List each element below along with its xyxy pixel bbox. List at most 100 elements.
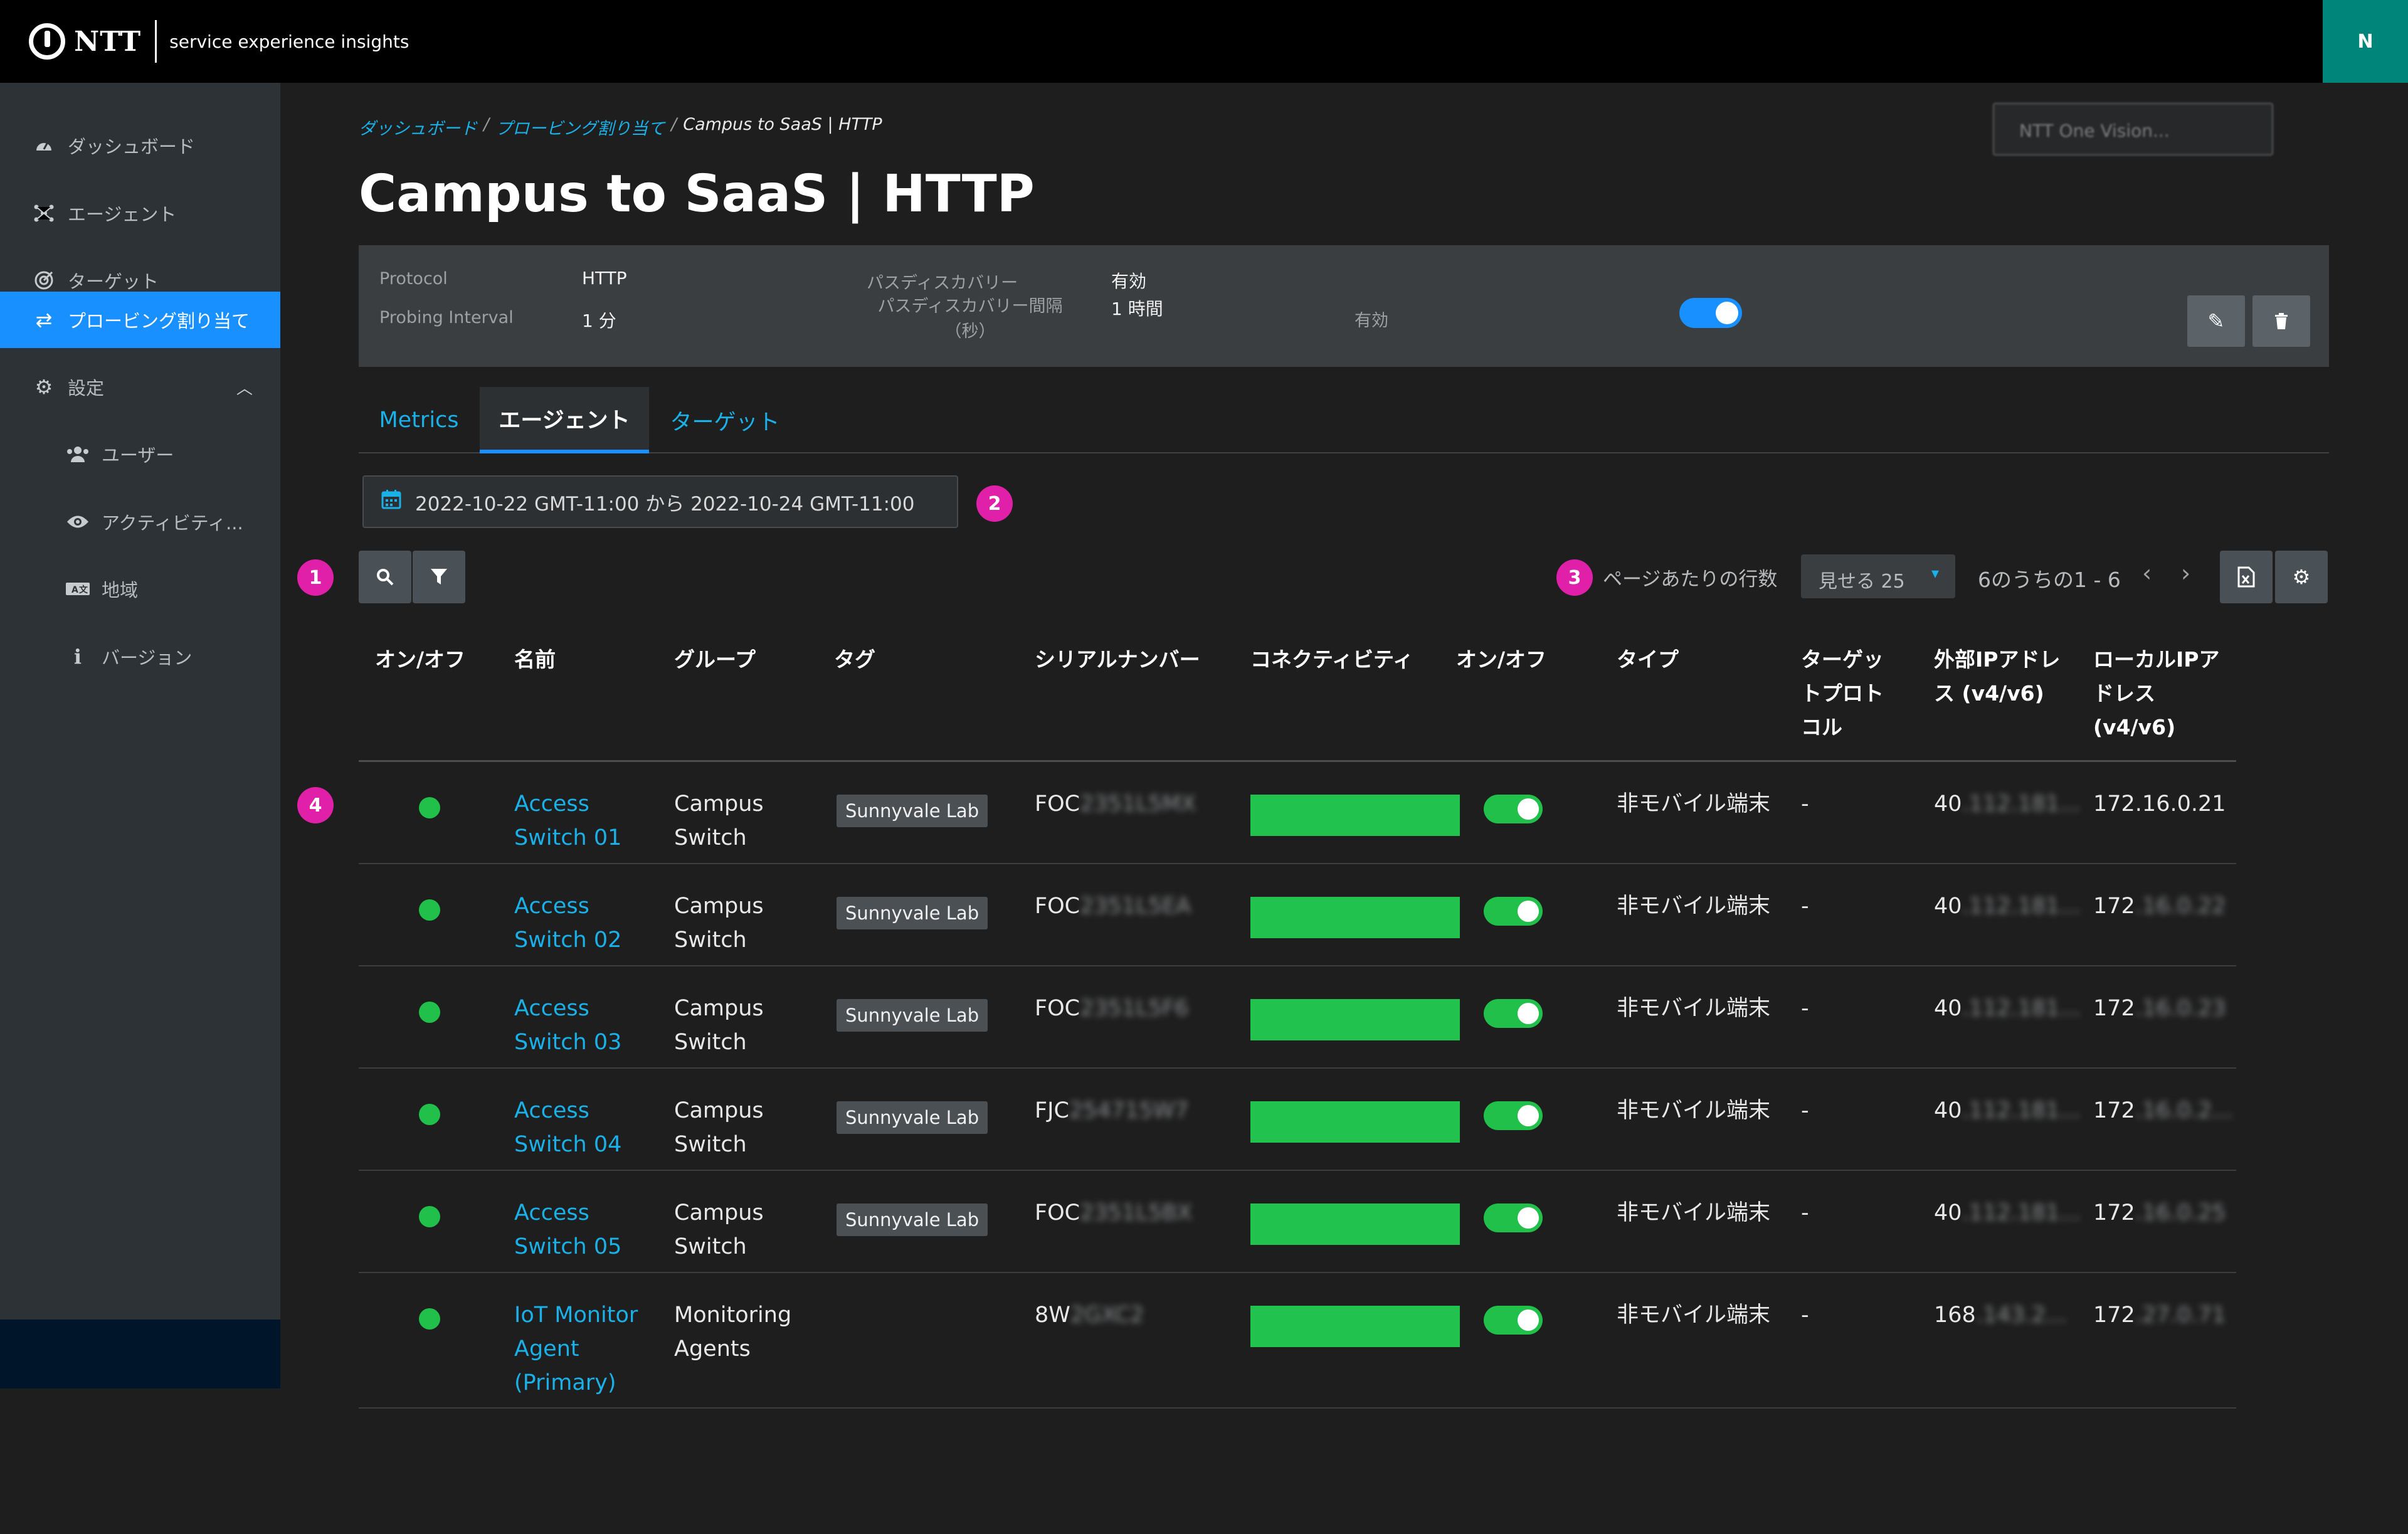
col-header-type[interactable]: タイプ (1617, 643, 1679, 677)
breadcrumb-probing-link[interactable]: プロービング割り当て (495, 115, 665, 139)
sidebar-item-dashboard[interactable]: ダッシュボード (0, 117, 280, 174)
filter-button[interactable] (413, 551, 465, 603)
agent-name-link[interactable]: Access Switch 04 (514, 1094, 640, 1161)
agent-name-link[interactable]: IoT Monitor Agent (Primary) (514, 1298, 640, 1400)
external-ip-prefix: 40 (1934, 1098, 1962, 1123)
date-range-picker[interactable]: 2022-10-22 GMT-11:00 から 2022-10-24 GMT-1… (362, 475, 958, 528)
col-header-serial[interactable]: シリアルナンバー (1035, 643, 1200, 677)
table-row[interactable]: Access Switch 05 Campus Switch Sunnyvale… (359, 1171, 2236, 1273)
prev-page-button[interactable]: ‹ (2142, 559, 2152, 587)
local-ip-redacted: .16.0.23 (2135, 996, 2226, 1021)
external-ip: 168.143.2... (1934, 1298, 2067, 1332)
agent-enabled-toggle[interactable] (1484, 1203, 1543, 1232)
serial-prefix: FOC (1035, 1200, 1080, 1225)
serial-redacted: 2351L5EA (1080, 894, 1191, 919)
local-ip-redacted: .16.0.25 (2135, 1200, 2226, 1225)
path-discovery-value: 有効 (1111, 271, 1147, 292)
agent-tag: Sunnyvale Lab (837, 1101, 988, 1134)
col-header-connectivity[interactable]: コネクティビティ (1250, 643, 1413, 677)
agent-group: Campus Switch (674, 996, 764, 1055)
agent-type: 非モバイル端末 (1617, 894, 1771, 919)
external-ip-redacted: .112.181... (1962, 1098, 2081, 1123)
breadcrumb-dashboard-link[interactable]: ダッシュボード (359, 115, 477, 139)
col-header-onoff-2[interactable]: オン/オフ (1456, 643, 1546, 677)
local-ip-redacted: .16.0.22 (2135, 894, 2226, 919)
agent-name-link[interactable]: Access Switch 05 (514, 1196, 640, 1264)
delete-button[interactable] (2252, 295, 2310, 347)
agent-type: 非モバイル端末 (1617, 791, 1771, 817)
table-row[interactable]: Access Switch 03 Campus Switch Sunnyvale… (359, 966, 2236, 1069)
agent-serial: FJC254715W7 (1035, 1094, 1188, 1128)
agent-enabled-toggle[interactable] (1484, 1306, 1543, 1335)
sidebar-item-region[interactable]: A文 地域 (0, 561, 280, 617)
local-ip: 172.16.0.2... (2093, 1094, 2233, 1128)
enabled-label: 有効 (1354, 311, 1388, 331)
pencil-icon: ✎ (2207, 309, 2225, 333)
agent-name-link[interactable]: Access Switch 02 (514, 889, 640, 957)
organization-select[interactable]: NTT One Vision... (1993, 103, 2273, 156)
agent-enabled-toggle[interactable] (1484, 1101, 1543, 1130)
col-header-group[interactable]: グループ (674, 643, 756, 677)
tab-metrics[interactable]: Metrics (359, 387, 479, 453)
sidebar-item-agents[interactable]: エージェント (0, 185, 280, 241)
dashboard-icon (31, 133, 56, 158)
col-header-onoff[interactable]: オン/オフ (375, 643, 465, 677)
gear-icon: ⚙ (34, 375, 53, 399)
table-row[interactable]: IoT Monitor Agent (Primary) Monitoring A… (359, 1273, 2236, 1409)
breadcrumb-current: Campus to SaaS | HTTP (683, 115, 882, 134)
table-row[interactable]: Access Switch 01 Campus Switch Sunnyvale… (359, 762, 2236, 864)
export-excel-button[interactable] (2220, 551, 2273, 603)
col-header-local-ip[interactable]: ローカルIPアドレス (v4/v6) (2093, 643, 2237, 744)
agent-name-link[interactable]: Access Switch 01 (514, 787, 640, 855)
agent-serial: FOC2351L5EA (1035, 889, 1191, 923)
agent-name-link[interactable]: Access Switch 03 (514, 992, 640, 1059)
serial-redacted: 2GXC2 (1070, 1303, 1144, 1328)
col-header-external-ip[interactable]: 外部IPアドレス (v4/v6) (1934, 643, 2066, 711)
external-ip-prefix: 40 (1934, 791, 1962, 817)
sidebar-item-users[interactable]: ユーザー (0, 426, 280, 482)
tab-targets[interactable]: ターゲット (650, 387, 800, 453)
tab-agents[interactable]: エージェント (480, 387, 649, 453)
path-discovery-interval-label: パスディスカバリー間隔（秒） (877, 297, 1063, 341)
local-ip-prefix: 172.16.0.21 (2093, 791, 2226, 817)
agent-enabled-toggle[interactable] (1484, 897, 1543, 926)
sidebar-item-probing-assignment[interactable]: ⇄ プロービング割り当て (0, 292, 280, 348)
local-ip-prefix: 172 (2093, 1303, 2135, 1328)
excel-file-icon (2237, 566, 2255, 588)
next-page-button[interactable]: › (2181, 559, 2190, 587)
col-header-tag[interactable]: タグ (834, 643, 875, 677)
external-ip: 40.112.181... (1934, 992, 2081, 1025)
table-row[interactable]: Access Switch 02 Campus Switch Sunnyvale… (359, 864, 2236, 966)
rows-per-page-label: ページあたりの行数 (1603, 568, 1778, 591)
agent-enabled-toggle[interactable] (1484, 999, 1543, 1028)
sidebar-item-version[interactable]: i バージョン (0, 628, 280, 685)
status-dot (419, 899, 440, 921)
users-icon (65, 442, 90, 467)
sidebar-item-label: プロービング割り当て (68, 310, 250, 332)
agent-tag: Sunnyvale Lab (837, 795, 988, 827)
col-header-target-protocol[interactable]: ターゲットプロトコル (1801, 643, 1895, 744)
serial-redacted: 2351L5F6 (1080, 996, 1189, 1021)
user-avatar[interactable]: N (2323, 0, 2408, 83)
enabled-toggle[interactable] (1679, 298, 1742, 328)
edit-button[interactable]: ✎ (2187, 295, 2245, 347)
target-protocol: - (1801, 1098, 1809, 1123)
search-button[interactable] (359, 551, 411, 603)
rows-per-page-value: 見せる 25 (1819, 571, 1905, 593)
table-row[interactable]: Access Switch 04 Campus Switch Sunnyvale… (359, 1069, 2236, 1171)
sidebar-item-activity[interactable]: アクティビティ... (0, 494, 280, 550)
external-ip-redacted: .112.181... (1962, 791, 2081, 817)
chevron-up-icon: ︿ (236, 379, 253, 398)
col-header-name[interactable]: 名前 (514, 643, 556, 677)
table-settings-button[interactable]: ⚙ (2275, 551, 2328, 603)
filter-icon (431, 569, 447, 585)
external-ip-prefix: 40 (1934, 996, 1962, 1021)
sidebar-item-settings[interactable]: ⚙ 設定 ︿ (0, 359, 280, 415)
agent-serial: FOC2351L5MX (1035, 787, 1196, 821)
rows-per-page-select[interactable]: 見せる 25 ▾ (1801, 554, 1955, 598)
external-ip: 40.112.181... (1934, 1196, 2081, 1230)
ntt-logo[interactable]: NTT service experience insights (29, 19, 409, 64)
agent-enabled-toggle[interactable] (1484, 795, 1543, 823)
status-dot (419, 1104, 440, 1125)
serial-prefix: FOC (1035, 791, 1080, 817)
